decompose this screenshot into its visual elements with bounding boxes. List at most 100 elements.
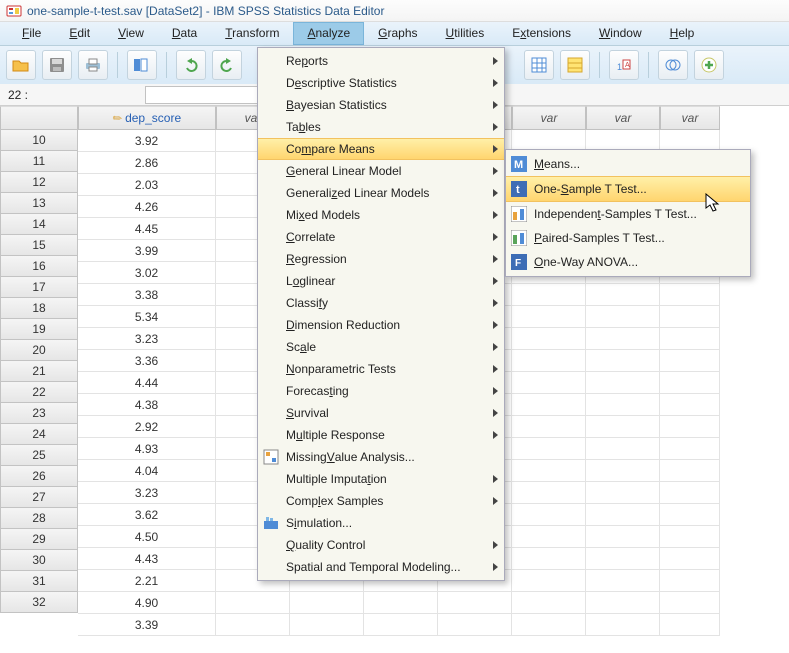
cell-empty[interactable] bbox=[660, 394, 720, 416]
row-header[interactable]: 17 bbox=[0, 276, 78, 298]
row-header[interactable]: 20 bbox=[0, 339, 78, 361]
mi-descriptive[interactable]: Descriptive Statistics bbox=[258, 72, 504, 94]
cell-dep-score[interactable]: 4.50 bbox=[78, 526, 216, 548]
menu-analyze[interactable]: Analyze bbox=[293, 22, 364, 45]
cell-empty[interactable] bbox=[660, 306, 720, 328]
mi-glm[interactable]: General Linear Model bbox=[258, 160, 504, 182]
cell-empty[interactable] bbox=[586, 504, 660, 526]
cell-empty[interactable] bbox=[512, 570, 586, 592]
cell-dep-score[interactable]: 2.86 bbox=[78, 152, 216, 174]
undo-button[interactable] bbox=[176, 50, 206, 80]
mi-spatial[interactable]: Spatial and Temporal Modeling... bbox=[258, 556, 504, 578]
cell-empty[interactable] bbox=[586, 482, 660, 504]
col-var[interactable]: var bbox=[660, 106, 720, 130]
cell-empty[interactable] bbox=[512, 416, 586, 438]
mi-classify[interactable]: Classify bbox=[258, 292, 504, 314]
sets-button[interactable] bbox=[658, 50, 688, 80]
cell-empty[interactable] bbox=[512, 372, 586, 394]
cell-empty[interactable] bbox=[512, 394, 586, 416]
row-header[interactable]: 16 bbox=[0, 255, 78, 277]
mi-tables[interactable]: Tables bbox=[258, 116, 504, 138]
row-header[interactable]: 28 bbox=[0, 507, 78, 529]
cell-dep-score[interactable]: 3.23 bbox=[78, 328, 216, 350]
cell-empty[interactable] bbox=[512, 328, 586, 350]
cell-empty[interactable] bbox=[586, 372, 660, 394]
menu-graphs[interactable]: Graphs bbox=[364, 22, 431, 45]
row-header[interactable]: 25 bbox=[0, 444, 78, 466]
grid-button-1[interactable] bbox=[524, 50, 554, 80]
cell-dep-score[interactable]: 3.23 bbox=[78, 482, 216, 504]
cell-dep-score[interactable]: 3.39 bbox=[78, 614, 216, 636]
row-header[interactable]: 23 bbox=[0, 402, 78, 424]
cell-empty[interactable] bbox=[586, 328, 660, 350]
col-dep-score[interactable]: ✎dep_score bbox=[78, 106, 216, 130]
menu-data[interactable]: Data bbox=[158, 22, 211, 45]
menu-edit[interactable]: Edit bbox=[55, 22, 104, 45]
cell-dep-score[interactable]: 4.90 bbox=[78, 592, 216, 614]
save-button[interactable] bbox=[42, 50, 72, 80]
row-header[interactable]: 18 bbox=[0, 297, 78, 319]
cell-dep-score[interactable]: 4.43 bbox=[78, 548, 216, 570]
col-var[interactable]: var bbox=[586, 106, 660, 130]
row-header[interactable]: 31 bbox=[0, 570, 78, 592]
cell-empty[interactable] bbox=[512, 350, 586, 372]
row-header[interactable]: 11 bbox=[0, 150, 78, 172]
mi-missing[interactable]: Missing Value Analysis... bbox=[258, 446, 504, 468]
cell-empty[interactable] bbox=[512, 504, 586, 526]
row-header[interactable]: 24 bbox=[0, 423, 78, 445]
cell-empty[interactable] bbox=[586, 394, 660, 416]
cell-dep-score[interactable]: 2.21 bbox=[78, 570, 216, 592]
cell-empty[interactable] bbox=[290, 592, 364, 614]
row-header[interactable]: 14 bbox=[0, 213, 78, 235]
open-button[interactable] bbox=[6, 50, 36, 80]
cell-empty[interactable] bbox=[290, 614, 364, 636]
row-header[interactable]: 15 bbox=[0, 234, 78, 256]
row-header[interactable]: 12 bbox=[0, 171, 78, 193]
cell-empty[interactable] bbox=[586, 306, 660, 328]
cell-dep-score[interactable]: 2.92 bbox=[78, 416, 216, 438]
mi-independent-t[interactable]: Independent-Samples T Test... bbox=[506, 202, 750, 226]
cell-empty[interactable] bbox=[586, 350, 660, 372]
cell-empty[interactable] bbox=[512, 614, 586, 636]
mi-loglinear[interactable]: Loglinear bbox=[258, 270, 504, 292]
cell-dep-score[interactable]: 3.92 bbox=[78, 130, 216, 152]
row-header[interactable]: 13 bbox=[0, 192, 78, 214]
cell-empty[interactable] bbox=[586, 592, 660, 614]
row-header[interactable]: 32 bbox=[0, 591, 78, 613]
cell-empty[interactable] bbox=[660, 372, 720, 394]
cell-empty[interactable] bbox=[586, 526, 660, 548]
mi-means[interactable]: MMeans... bbox=[506, 152, 750, 176]
row-header[interactable]: 19 bbox=[0, 318, 78, 340]
mi-genlm[interactable]: Generalized Linear Models bbox=[258, 182, 504, 204]
cell-empty[interactable] bbox=[660, 504, 720, 526]
print-button[interactable] bbox=[78, 50, 108, 80]
mi-correlate[interactable]: Correlate bbox=[258, 226, 504, 248]
cell-empty[interactable] bbox=[660, 328, 720, 350]
cell-empty[interactable] bbox=[660, 570, 720, 592]
cell-dep-score[interactable]: 4.44 bbox=[78, 372, 216, 394]
cell-empty[interactable] bbox=[438, 592, 512, 614]
col-var[interactable]: var bbox=[512, 106, 586, 130]
cell-empty[interactable] bbox=[660, 526, 720, 548]
mi-nonparametric[interactable]: Nonparametric Tests bbox=[258, 358, 504, 380]
cell-empty[interactable] bbox=[586, 614, 660, 636]
mi-scale[interactable]: Scale bbox=[258, 336, 504, 358]
cell-empty[interactable] bbox=[364, 592, 438, 614]
row-header[interactable]: 21 bbox=[0, 360, 78, 382]
cell-empty[interactable] bbox=[660, 548, 720, 570]
mi-dimension[interactable]: Dimension Reduction bbox=[258, 314, 504, 336]
cell-empty[interactable] bbox=[512, 482, 586, 504]
cell-empty[interactable] bbox=[660, 592, 720, 614]
mi-one-sample-t[interactable]: tOne-Sample T Test... bbox=[506, 176, 750, 202]
cell-empty[interactable] bbox=[216, 592, 290, 614]
cell-dep-score[interactable]: 4.45 bbox=[78, 218, 216, 240]
cell-dep-score[interactable]: 4.26 bbox=[78, 196, 216, 218]
row-header[interactable]: 29 bbox=[0, 528, 78, 550]
mi-multiresponse[interactable]: Multiple Response bbox=[258, 424, 504, 446]
cell-empty[interactable] bbox=[586, 548, 660, 570]
mi-regression[interactable]: Regression bbox=[258, 248, 504, 270]
mi-bayesian[interactable]: Bayesian Statistics bbox=[258, 94, 504, 116]
cell-dep-score[interactable]: 4.04 bbox=[78, 460, 216, 482]
menu-extensions[interactable]: Extensions bbox=[498, 22, 585, 45]
row-header[interactable]: 10 bbox=[0, 129, 78, 151]
